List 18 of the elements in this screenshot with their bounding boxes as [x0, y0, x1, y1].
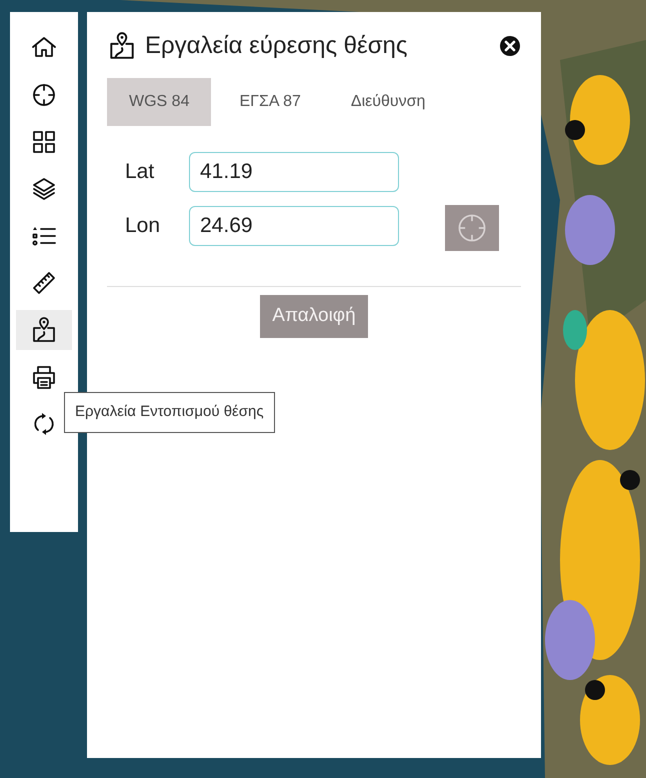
tab[interactable]: ΕΓΣΑ 87 [217, 78, 323, 126]
grid-icon [30, 128, 58, 156]
coordinate-field[interactable]: 41.19 [189, 152, 399, 192]
panel-title: Εργαλεία εύρεσης θέσης [145, 31, 408, 61]
field-label: Lat [125, 159, 156, 186]
tab[interactable]: WGS 84 [107, 78, 212, 126]
field-label: Lon [125, 213, 162, 240]
coordinate-field[interactable]: 24.69 [189, 206, 399, 246]
close-button[interactable] [499, 35, 521, 57]
tooltip: Εργαλεία Εντοπισμού θέσης [64, 392, 275, 432]
crosshair-icon [456, 212, 488, 244]
crosshair-icon [30, 81, 58, 109]
layers-icon [30, 175, 58, 203]
toolbar-button[interactable] [16, 310, 72, 350]
map-pin-icon [30, 316, 58, 344]
printer-icon [30, 363, 58, 391]
ruler-icon [30, 269, 58, 297]
tab[interactable]: Διεύθυνση [328, 78, 448, 126]
